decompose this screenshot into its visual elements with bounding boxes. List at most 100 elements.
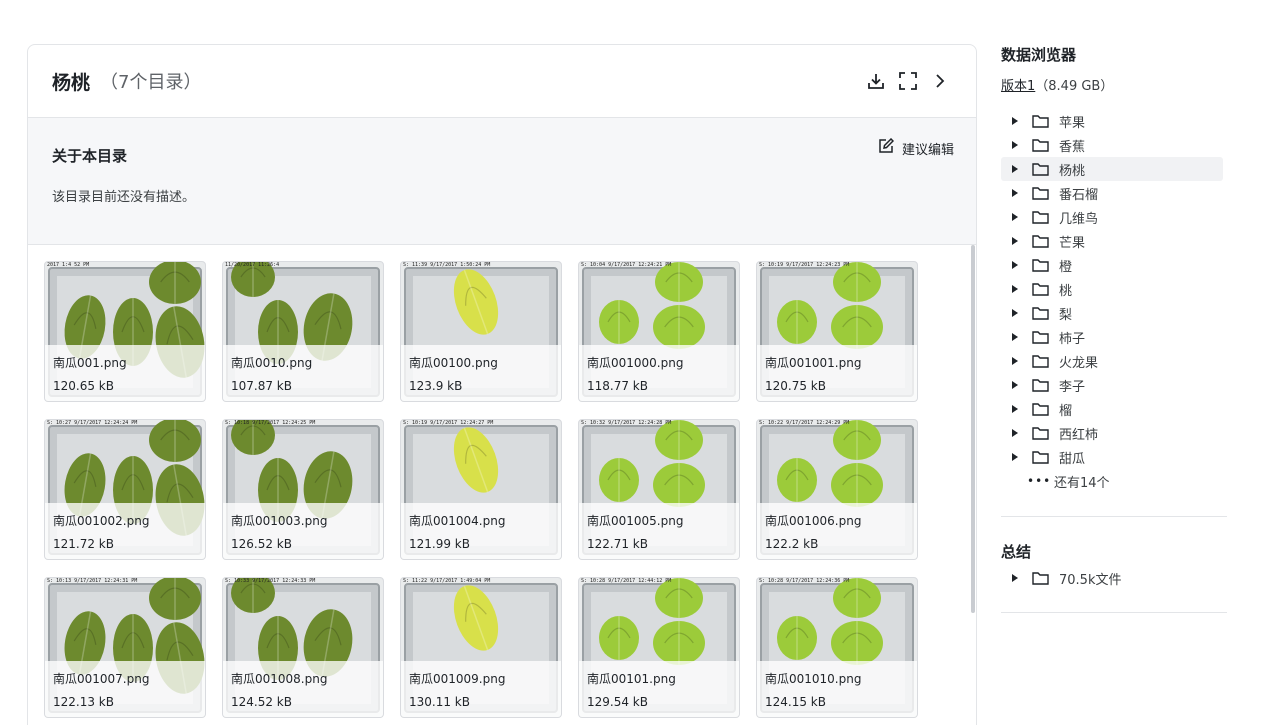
image-timestamp: S: 10:13 9/17/2017 12:24:31 PM [47,578,138,584]
tree-item-label: 苹果 [1059,115,1086,131]
caret-right-icon[interactable] [1006,404,1024,414]
summary-files-label: 70.5k文件 [1059,572,1122,588]
file-size: 129.54 kB [587,695,648,709]
tree-item[interactable]: 橙 [1001,253,1223,277]
file-size: 120.65 kB [53,379,114,393]
caret-right-icon[interactable] [1006,332,1024,342]
file-size: 124.15 kB [765,695,826,709]
caret-right-icon[interactable] [1006,284,1024,294]
file-caption: 南瓜001010.png 124.15 kB [757,661,917,717]
download-icon[interactable] [866,69,886,93]
caret-right-icon[interactable] [1006,212,1024,222]
caret-right-icon[interactable] [1006,116,1024,126]
file-caption: 南瓜001003.png 126.52 kB [223,503,383,559]
image-timestamp: S: 10:18 9/17/2017 12:24:25 PM [225,420,316,426]
tree-item-label: 甜瓜 [1059,451,1086,467]
caret-right-icon[interactable] [1006,380,1024,390]
page-title: 杨桃 [52,71,91,94]
divider [1001,516,1227,517]
tree-item[interactable]: 火龙果 [1001,349,1223,373]
file-caption: 南瓜001004.png 121.99 kB [401,503,561,559]
tree-item[interactable]: 梨 [1001,301,1223,325]
caret-right-icon[interactable] [1006,260,1024,270]
caret-right-icon[interactable] [1006,188,1024,198]
tree-item-label: 杨桃 [1059,163,1086,179]
file-card[interactable]: S: 10:19 9/17/2017 12:24:27 PM 南瓜001004.p… [400,419,562,560]
tree-item-label: 桃 [1059,283,1073,299]
about-title: 关于本目录 [52,147,128,165]
tree-item[interactable]: 李子 [1001,373,1223,397]
about-description: 该目录目前还没有描述。 [52,190,196,205]
file-card[interactable]: S: 10:33 9/17/2017 12:24:33 PM 南瓜001008.p… [222,577,384,718]
file-card[interactable]: S: 10:22 9/17/2017 12:24:29 PM 南瓜001006.p… [756,419,918,560]
caret-right-icon[interactable] [1006,140,1024,150]
tree-item[interactable]: 柿子 [1001,325,1223,349]
folder-icon [1032,162,1050,176]
tree-item[interactable]: 苹果 [1001,109,1223,133]
chevron-right-icon[interactable] [930,69,950,93]
show-more-label: 还有14个 [1054,475,1110,491]
edit-icon [878,137,895,158]
file-card[interactable]: S: 10:32 9/17/2017 12:24:28 PM 南瓜001005.p… [578,419,740,560]
file-card[interactable]: 11/20/2017 11:26:4 南瓜0010.png 107.87 kB [222,261,384,402]
version-link[interactable]: 版本1 [1001,79,1035,94]
file-size: 107.87 kB [231,379,292,393]
fullscreen-icon[interactable] [898,69,918,93]
summary-files-item[interactable]: 70.5k文件 [1001,566,1223,590]
header-actions [866,69,950,93]
file-card[interactable]: S: 10:13 9/17/2017 12:24:31 PM 南瓜001007.p… [44,577,206,718]
suggest-edit-label: 建议编辑 [901,142,954,158]
file-card[interactable]: S: 10:19 9/17/2017 12:24:23 PM 南瓜001001.p… [756,261,918,402]
file-card[interactable]: S: 11:22 9/17/2017 1:49:04 PM 南瓜001009.pn… [400,577,562,718]
tree-item[interactable]: 几维鸟 [1001,205,1223,229]
caret-right-icon[interactable] [1006,428,1024,438]
tree-item-label: 香蕉 [1059,139,1086,155]
tree-item[interactable]: 芒果 [1001,229,1223,253]
tree-item[interactable]: 西红柿 [1001,421,1223,445]
tree-item[interactable]: 桃 [1001,277,1223,301]
tree-item[interactable]: 甜瓜 [1001,445,1223,469]
file-name: 南瓜001006.png [765,514,862,528]
folder-icon [1032,306,1050,320]
tree-item[interactable]: 榴 [1001,397,1223,421]
suggest-edit-button[interactable]: 建议编辑 [878,137,954,158]
caret-right-icon[interactable] [1006,452,1024,462]
file-card[interactable]: S: 10:28 9/17/2017 12:24:36 PM 南瓜001010.p… [756,577,918,718]
folder-icon [1032,354,1050,368]
file-name: 南瓜001010.png [765,672,862,686]
file-size: 126.52 kB [231,537,292,551]
folder-icon [1032,402,1050,416]
file-caption: 南瓜0010.png 107.87 kB [223,345,383,401]
file-size: 122.71 kB [587,537,648,551]
file-size: 120.75 kB [765,379,826,393]
file-name: 南瓜001004.png [409,514,506,528]
caret-right-icon[interactable] [1006,236,1024,246]
data-browser-sidebar: 数据浏览器 版本1（8.49 GB） 苹果 香蕉 杨桃 番石榴 几维鸟 芒果橙桃梨柿子 火龙… [1001,44,1227,613]
file-card[interactable]: S: 10:04 9/17/2017 12:24:21 PM 南瓜001000.p… [578,261,740,402]
tree-item[interactable]: 香蕉 [1001,133,1223,157]
about-section: 关于本目录 该目录目前还没有描述。 建议编辑 [28,118,976,245]
directory-panel: 杨桃 （7个目录） 关于本目录 该目录目前还没有描述。 建议编辑 2017 1:… [27,44,977,725]
file-card[interactable]: S: 11:39 9/17/2017 1:50:24 PM 南瓜00100.png… [400,261,562,402]
file-caption: 南瓜001.png 120.65 kB [45,345,205,401]
image-timestamp: S: 10:27 9/17/2017 12:24:24 PM [47,420,138,426]
file-card[interactable]: S: 10:18 9/17/2017 12:24:25 PM 南瓜001003.p… [222,419,384,560]
folder-icon [1032,210,1050,224]
file-card[interactable]: 2017 1:4 52 PM 南瓜001.png 120.65 kB [44,261,206,402]
show-more-item[interactable]: ••• 还有14个 [1001,469,1223,493]
caret-right-icon[interactable] [1006,356,1024,366]
file-caption: 南瓜001001.png 120.75 kB [757,345,917,401]
tree-item-label: 芒果 [1059,235,1086,251]
tree-item[interactable]: 番石榴 [1001,181,1223,205]
file-card[interactable]: S: 10:27 9/17/2017 12:24:24 PM 南瓜001002.p… [44,419,206,560]
file-card[interactable]: S: 10:28 9/17/2017 12:44:12 PM 南瓜00101.pn… [578,577,740,718]
caret-right-icon[interactable] [1006,164,1024,174]
tree-item[interactable]: 杨桃 [1001,157,1223,181]
caret-right-icon[interactable] [1006,308,1024,318]
file-size: 121.72 kB [53,537,114,551]
scrollbar[interactable] [971,245,975,613]
image-timestamp: S: 10:19 9/17/2017 12:24:27 PM [403,420,494,426]
file-name: 南瓜001007.png [53,672,150,686]
folder-icon [1032,450,1050,464]
tree-item-label: 柿子 [1059,331,1086,347]
